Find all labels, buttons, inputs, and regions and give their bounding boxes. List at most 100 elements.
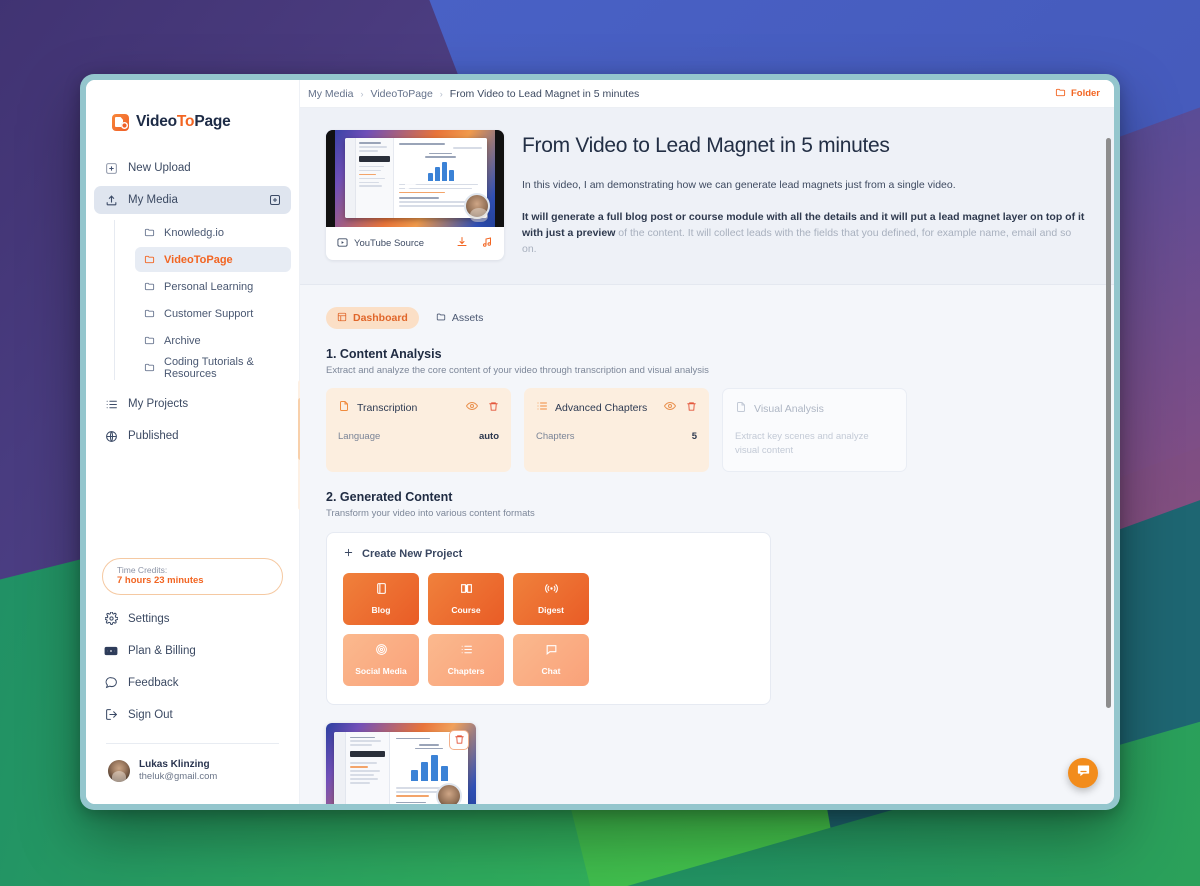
play-icon[interactable] — [405, 166, 425, 191]
generated-content-title: 2. Generated Content — [326, 489, 453, 504]
folder-icon — [143, 227, 155, 239]
create-new-project-button[interactable]: Create New Project — [343, 547, 754, 561]
document-icon — [735, 400, 747, 418]
tab-assets[interactable]: Assets — [425, 307, 495, 329]
folder-label: Personal Learning — [164, 280, 254, 293]
open-book-icon — [460, 582, 473, 600]
tile-label: Digest — [538, 605, 564, 615]
tile-chat[interactable]: Chat — [513, 633, 589, 686]
primary-nav: New Upload My Media Knowledg.io VideoToP… — [86, 154, 299, 450]
content-analysis-subtitle: Extract and analyze the core content of … — [326, 365, 709, 376]
trash-icon[interactable] — [488, 399, 499, 417]
card-row-value: auto — [478, 431, 499, 442]
sidebar-item-feedback[interactable]: Feedback — [94, 669, 291, 697]
sidebar-item-label: My Projects — [128, 398, 189, 410]
tile-label: Chat — [541, 666, 561, 676]
chat-support-button[interactable] — [1068, 758, 1098, 788]
sidebar-item-label: Sign Out — [128, 708, 173, 721]
sign-out-icon — [104, 708, 118, 722]
card-advanced-chapters[interactable]: Advanced Chapters Chapters 5 — [524, 388, 709, 472]
chat-bubble-icon — [1076, 763, 1091, 783]
sidebar-folder-archive[interactable]: Archive — [135, 328, 291, 353]
sidebar-folder-videotopage[interactable]: VideoToPage — [135, 247, 291, 272]
sidebar-folder-coding-tutorials[interactable]: Coding Tutorials & Resources — [135, 355, 291, 380]
sidebar-item-label: Feedback — [128, 676, 179, 689]
eye-icon[interactable] — [663, 399, 677, 417]
time-credits-value: 7 hours 23 minutes — [117, 575, 204, 587]
delete-project-button[interactable] — [449, 729, 469, 750]
folder-icon — [143, 335, 155, 347]
video-thumbnail[interactable] — [326, 130, 504, 227]
create-new-project-label: Create New Project — [362, 547, 463, 560]
folder-button[interactable]: Folder — [1055, 87, 1100, 101]
video-card[interactable]: YouTube Source — [326, 130, 504, 260]
sidebar-item-new-upload[interactable]: New Upload — [94, 154, 291, 182]
document-icon — [338, 399, 350, 417]
desktop-background: VideoToPage New Upload My Media Knowledg… — [0, 0, 1200, 886]
breadcrumb-separator: › — [439, 88, 443, 99]
card-transcription[interactable]: Transcription Language auto — [326, 388, 511, 472]
project-thumbnail[interactable] — [326, 722, 476, 804]
scroll-area: YouTube Source From Video to Lead Magnet… — [300, 108, 1114, 804]
sidebar-item-settings[interactable]: Settings — [94, 605, 291, 633]
chat-icon — [545, 643, 558, 661]
breadcrumb-my-media[interactable]: My Media — [308, 88, 354, 100]
folder-label: Coding Tutorials & Resources — [164, 355, 254, 380]
project-type-tiles: Blog Course Digest Social Media Chapters… — [343, 572, 754, 686]
tab-bar: Dashboard Assets — [326, 307, 1088, 329]
tile-label: Course — [451, 605, 481, 615]
sidebar-folder-knowledg-io[interactable]: Knowledg.io — [135, 220, 291, 245]
sidebar-folder-personal-learning[interactable]: Personal Learning — [135, 274, 291, 299]
app-name: VideoToPage — [136, 113, 231, 130]
sidebar-item-label: Settings — [128, 612, 170, 625]
eye-icon[interactable] — [465, 399, 479, 417]
sidebar-item-plan-billing[interactable]: Plan & Billing — [94, 637, 291, 665]
target-icon — [375, 643, 388, 661]
download-icon[interactable] — [456, 236, 468, 251]
tab-dashboard[interactable]: Dashboard — [326, 307, 419, 329]
app-logo[interactable]: VideoToPage — [86, 80, 299, 131]
card-title: Advanced Chapters — [555, 402, 648, 414]
folder-icon — [1055, 87, 1066, 101]
add-folder-icon[interactable] — [268, 194, 281, 207]
breadcrumb: My Media › VideoToPage › From Video to L… — [308, 88, 639, 100]
chat-icon — [104, 676, 118, 690]
banknote-icon — [104, 644, 118, 658]
topbar: My Media › VideoToPage › From Video to L… — [300, 80, 1114, 108]
play-circle-icon — [337, 237, 348, 251]
tile-digest[interactable]: Digest — [513, 572, 589, 625]
card-visual-analysis[interactable]: Visual Analysis Extract key scenes and a… — [722, 388, 907, 472]
sidebar-item-my-media[interactable]: My Media — [94, 186, 291, 214]
book-icon — [375, 582, 388, 600]
tile-label: Chapters — [447, 666, 485, 676]
tile-social-media[interactable]: Social Media — [343, 633, 419, 686]
tile-chapters[interactable]: Chapters — [428, 633, 504, 686]
plus-icon — [343, 547, 354, 561]
breadcrumb-videotopage[interactable]: VideoToPage — [371, 88, 433, 100]
plus-square-icon — [104, 161, 118, 175]
sidebar-item-my-projects[interactable]: My Projects — [94, 390, 291, 418]
sidebar-item-published[interactable]: Published — [94, 422, 291, 450]
sidebar-item-sign-out[interactable]: Sign Out — [94, 701, 291, 729]
trash-icon[interactable] — [686, 399, 697, 417]
folder-icon — [436, 312, 446, 325]
sidebar-folder-customer-support[interactable]: Customer Support — [135, 301, 291, 326]
music-note-icon[interactable] — [481, 236, 493, 251]
hero-text: From Video to Lead Magnet in 5 minutes I… — [522, 130, 1088, 260]
tile-blog[interactable]: Blog — [343, 572, 419, 625]
list-icon — [460, 643, 473, 661]
tab-label: Assets — [451, 312, 484, 324]
content-analysis-title: 1. Content Analysis — [326, 347, 442, 361]
list-icon — [536, 399, 548, 417]
folder-label: Archive — [164, 334, 201, 347]
page-title: From Video to Lead Magnet in 5 minutes — [522, 134, 890, 157]
folder-label: VideoToPage — [164, 253, 233, 266]
user-profile[interactable]: Lukas Klinzing theluk@gmail.com — [86, 744, 299, 804]
tile-course[interactable]: Course — [428, 572, 504, 625]
dashboard-icon — [337, 312, 347, 325]
card-description: Extract key scenes and analyze visual co… — [735, 431, 869, 457]
sidebar-item-label: Plan & Billing — [128, 644, 196, 657]
main-scrollbar-thumb[interactable] — [1106, 138, 1111, 708]
main-scrollbar[interactable] — [1106, 138, 1111, 801]
tab-label: Dashboard — [353, 312, 408, 324]
